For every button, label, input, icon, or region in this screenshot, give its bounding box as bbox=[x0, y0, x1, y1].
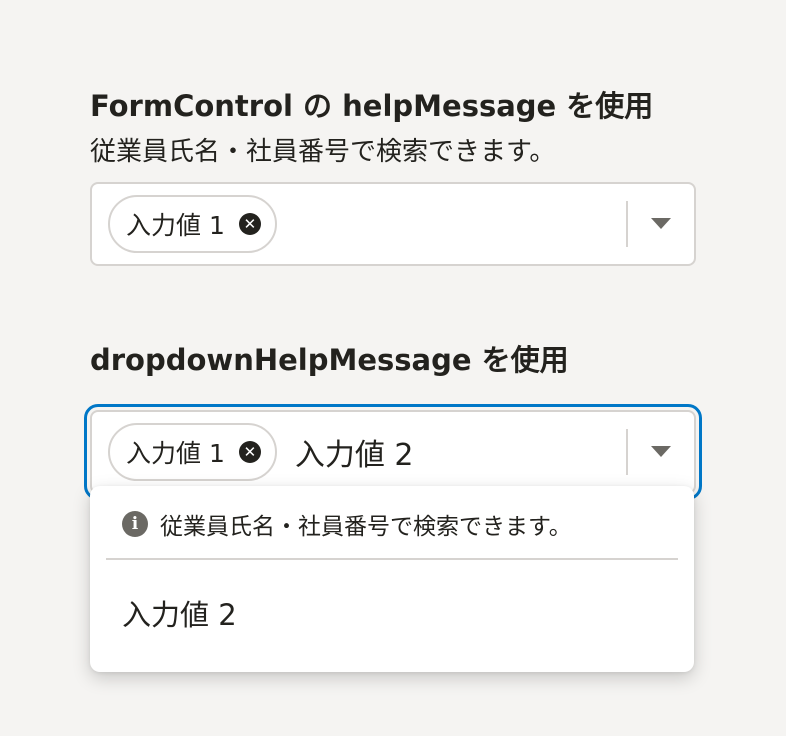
combobox-input[interactable] bbox=[294, 434, 495, 470]
dropdown-help-text: 従業員氏名・社員番号で検索できます。 bbox=[160, 514, 572, 540]
dropdown-toggle-button[interactable] bbox=[648, 204, 674, 244]
dropdown-option[interactable]: 入力値 2 bbox=[122, 592, 237, 634]
chip-label: 入力値 1 bbox=[126, 439, 225, 468]
chip-label: 入力値 1 bbox=[126, 211, 225, 240]
formcontrol-helpmessage-section: FormControl の helpMessage を使用 従業員氏名・社員番号… bbox=[90, 86, 696, 266]
help-message: 従業員氏名・社員番号で検索できます。 bbox=[90, 137, 556, 167]
separator bbox=[626, 201, 628, 247]
dropdown-listbox: i 従業員氏名・社員番号で検索できます。 入力値 2 bbox=[90, 486, 694, 672]
dropdownhelpmessage-section: dropdownHelpMessage を使用 入力値 1 ✕ bbox=[84, 340, 702, 500]
section-title: FormControl の helpMessage を使用 bbox=[90, 89, 654, 123]
selected-items: 入力値 1 ✕ bbox=[92, 412, 626, 492]
divider bbox=[106, 558, 678, 560]
dropdown-toggle-button[interactable] bbox=[648, 432, 674, 472]
caret-down-icon bbox=[651, 446, 671, 457]
caret-down-icon bbox=[651, 218, 671, 229]
selected-items: 入力値 1 ✕ bbox=[92, 184, 626, 264]
separator bbox=[626, 429, 628, 475]
multi-combobox[interactable]: 入力値 1 ✕ bbox=[90, 182, 696, 266]
multi-combobox-focused[interactable]: 入力値 1 ✕ bbox=[84, 404, 702, 500]
selected-item-chip: 入力値 1 ✕ bbox=[108, 195, 277, 253]
close-icon[interactable]: ✕ bbox=[238, 213, 261, 235]
selected-item-chip: 入力値 1 ✕ bbox=[108, 423, 277, 481]
close-icon[interactable]: ✕ bbox=[238, 441, 261, 463]
section-title: dropdownHelpMessage を使用 bbox=[90, 343, 569, 377]
dropdown-help-message: i 従業員氏名・社員番号で検索できます。 bbox=[122, 506, 572, 542]
info-icon: i bbox=[122, 511, 148, 537]
